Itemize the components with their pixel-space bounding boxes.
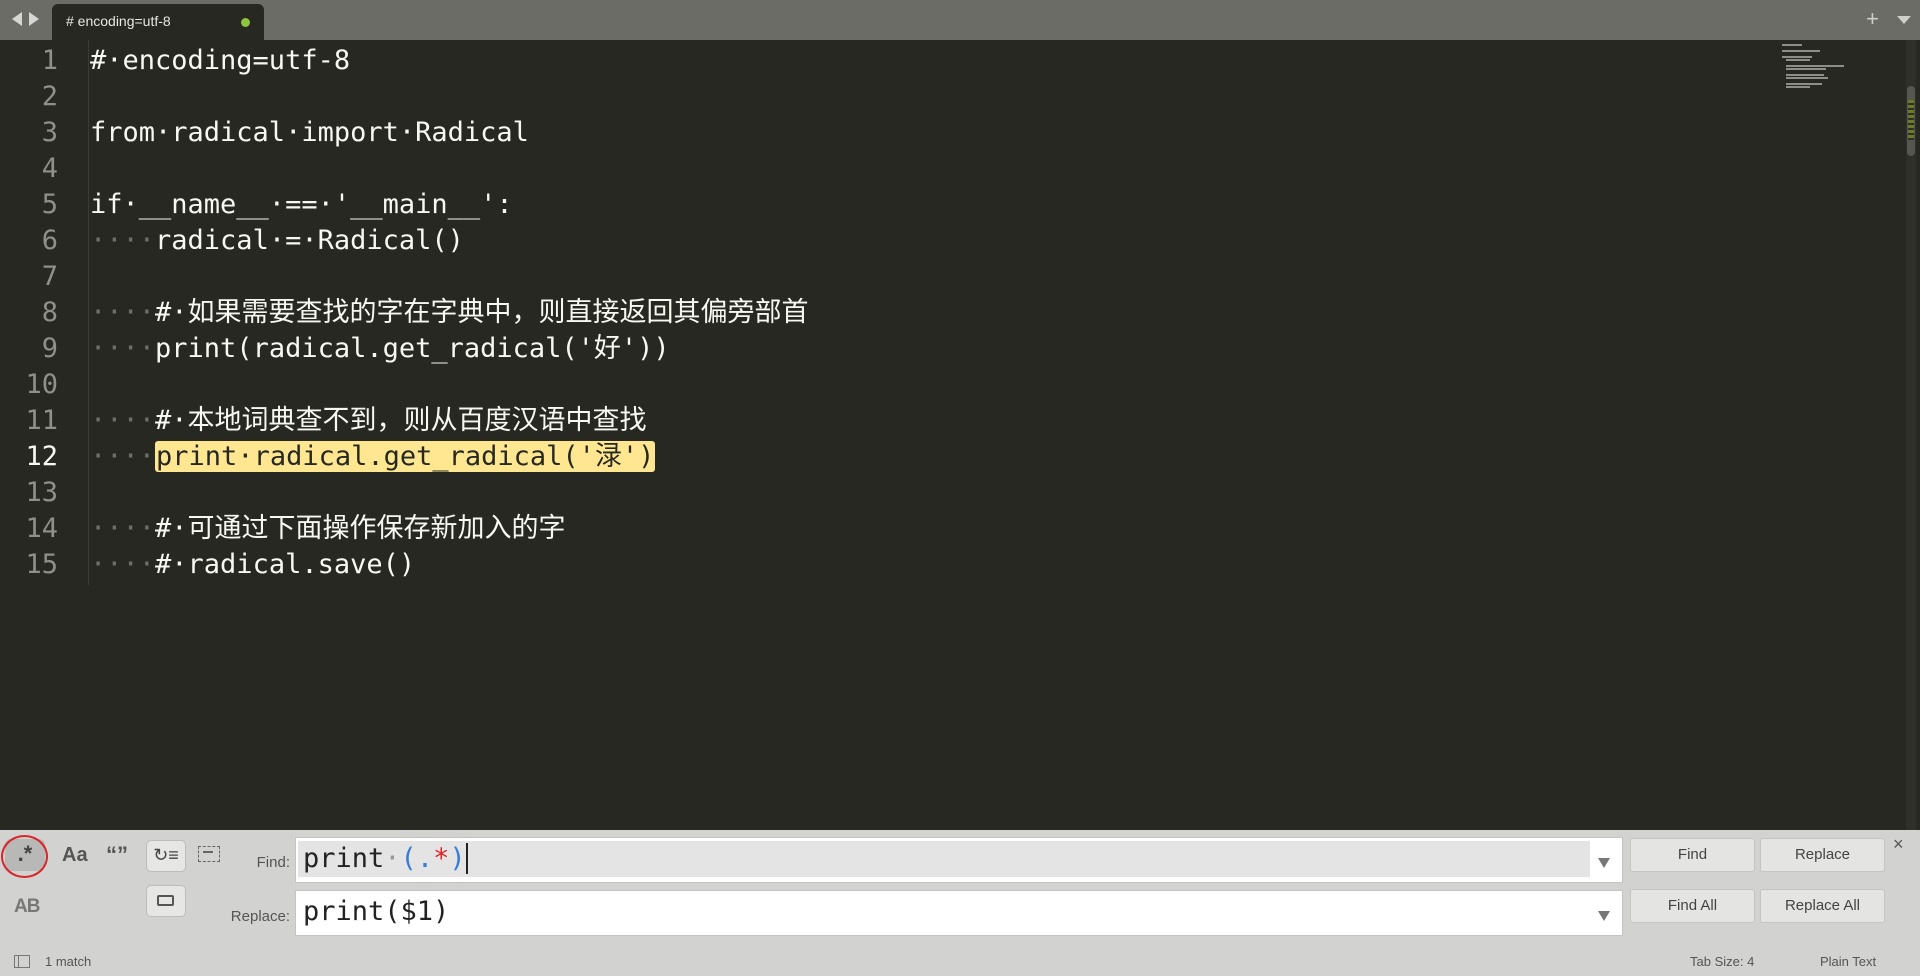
match-count: 1 match <box>45 954 92 969</box>
code-line[interactable]: ····print(radical.get_radical('好')) <box>90 331 670 367</box>
indent-whitespace: ···· <box>90 549 156 580</box>
line-number: 4 <box>41 153 58 184</box>
tab-size-selector[interactable]: Tab Size: 4 <box>1690 954 1754 969</box>
find-history-chevron-down-icon[interactable] <box>1598 858 1610 868</box>
matched-code-text: print·radical.get_radical('渌') <box>155 441 656 472</box>
find-text-space: · <box>384 843 401 874</box>
code-line[interactable]: ····radical·=·Radical() <box>90 223 464 259</box>
find-button[interactable]: Find <box>1630 838 1755 872</box>
tab-nav-right-icon[interactable] <box>29 12 39 26</box>
find-input[interactable]: print·(.*) <box>295 837 1623 883</box>
line-number: 14 <box>25 513 58 544</box>
whole-word-toggle-button[interactable]: “” <box>106 842 128 868</box>
indent-whitespace: ···· <box>90 225 156 256</box>
line-number: 8 <box>41 297 58 328</box>
indent-whitespace: ···· <box>90 297 156 328</box>
code-line[interactable]: ····#·可通过下面操作保存新加入的字 <box>90 511 566 547</box>
code-text: from·radical·import·Radical <box>90 117 529 148</box>
code-text: #·如果需要查找的字在字典中，则直接返回其偏旁部首 <box>155 297 809 328</box>
find-text-close-paren: ) <box>449 843 468 874</box>
vertical-scrollbar[interactable] <box>1906 40 1916 830</box>
code-text: #·可通过下面操作保存新加入的字 <box>155 513 566 544</box>
find-all-button[interactable]: Find All <box>1630 889 1755 923</box>
line-number: 3 <box>41 117 58 148</box>
code-text: radical·=·Radical() <box>155 225 464 256</box>
code-editor[interactable]: 1 2 3 4 5 6 7 8 9 10 11 12 13 14 15 #·encoding=utf-8 fr… <box>0 40 1920 830</box>
find-text-dot: . <box>416 843 434 874</box>
unsaved-dot-icon <box>241 18 250 27</box>
code-line[interactable]: ····print·radical.get_radical('渌') <box>90 439 656 475</box>
code-text: print(radical.get_radical('好')) <box>155 333 670 364</box>
scrollbar-match-markers <box>1908 100 1914 140</box>
code-line[interactable]: if·__name__·==·'__main__': <box>90 187 513 223</box>
replace-input-value[interactable]: print($1) <box>303 894 449 930</box>
code-line[interactable]: ····#·如果需要查找的字在字典中，则直接返回其偏旁部首 <box>90 295 809 331</box>
line-number: 11 <box>25 405 58 436</box>
tab-encoding[interactable]: # encoding=utf-8 <box>52 4 264 40</box>
code-line[interactable]: #·encoding=utf-8 <box>90 43 350 79</box>
tab-menu-chevron-down-icon[interactable] <box>1897 16 1911 24</box>
line-number: 7 <box>41 261 58 292</box>
status-bar: 1 match Tab Size: 4 Plain Text <box>0 946 1920 976</box>
indent-whitespace: ···· <box>90 405 156 436</box>
tab-nav-left-icon[interactable] <box>12 12 22 26</box>
gutter-divider <box>88 40 89 585</box>
syntax-selector[interactable]: Plain Text <box>1820 954 1876 969</box>
new-tab-plus-icon[interactable]: + <box>1866 6 1879 32</box>
find-label: Find: <box>256 854 290 871</box>
wrap-toggle-button[interactable]: ↻≡ <box>146 840 186 872</box>
minimap[interactable] <box>1782 44 1852 92</box>
find-input-value[interactable]: print·(.*) <box>303 841 468 877</box>
replace-input[interactable]: print($1) <box>295 890 1623 936</box>
find-text-print: print <box>303 843 385 874</box>
line-number: 10 <box>25 369 58 400</box>
regex-annotation-circle <box>1 835 48 878</box>
highlight-matches-toggle-icon[interactable] <box>146 885 186 917</box>
find-text-star: * <box>433 843 450 874</box>
code-text: if·__name__·==·'__main__': <box>90 189 513 220</box>
code-line[interactable]: ····#·本地词典查不到，则从百度汉语中查找 <box>90 403 647 439</box>
indent-whitespace: ···· <box>90 333 156 364</box>
code-text: #·本地词典查不到，则从百度汉语中查找 <box>155 405 647 436</box>
code-text: #·radical.save() <box>155 549 416 580</box>
replace-label: Replace: <box>230 908 290 925</box>
close-icon[interactable]: × <box>1893 834 1904 855</box>
indent-whitespace: ···· <box>90 513 156 544</box>
line-number: 13 <box>25 477 58 508</box>
replace-all-button[interactable]: Replace All <box>1760 889 1885 923</box>
line-number: 12 <box>25 441 58 472</box>
case-sensitive-toggle-button[interactable]: Aa <box>62 844 88 867</box>
line-number: 9 <box>41 333 58 364</box>
code-line[interactable]: ····#·radical.save() <box>90 547 415 583</box>
code-text: #·encoding=utf-8 <box>90 45 351 76</box>
preserve-case-toggle-button[interactable]: AB <box>14 896 40 918</box>
line-number: 2 <box>41 81 58 112</box>
line-number: 1 <box>41 45 58 76</box>
find-text-open-paren: ( <box>400 843 417 874</box>
panel-toggle-icon[interactable] <box>14 955 30 968</box>
find-replace-panel: .* Aa “” ↻≡ AB Find: print·(.*) Replace:… <box>0 830 1920 946</box>
tab-bar: # encoding=utf-8 + <box>0 0 1920 40</box>
line-number: 6 <box>41 225 58 256</box>
replace-history-chevron-down-icon[interactable] <box>1598 911 1610 921</box>
code-line[interactable]: from·radical·import·Radical <box>90 115 529 151</box>
line-number: 5 <box>41 189 58 220</box>
indent-whitespace: ···· <box>90 441 156 472</box>
tab-label: # encoding=utf-8 <box>66 13 171 29</box>
replace-button[interactable]: Replace <box>1760 838 1885 872</box>
line-number: 15 <box>25 549 58 580</box>
